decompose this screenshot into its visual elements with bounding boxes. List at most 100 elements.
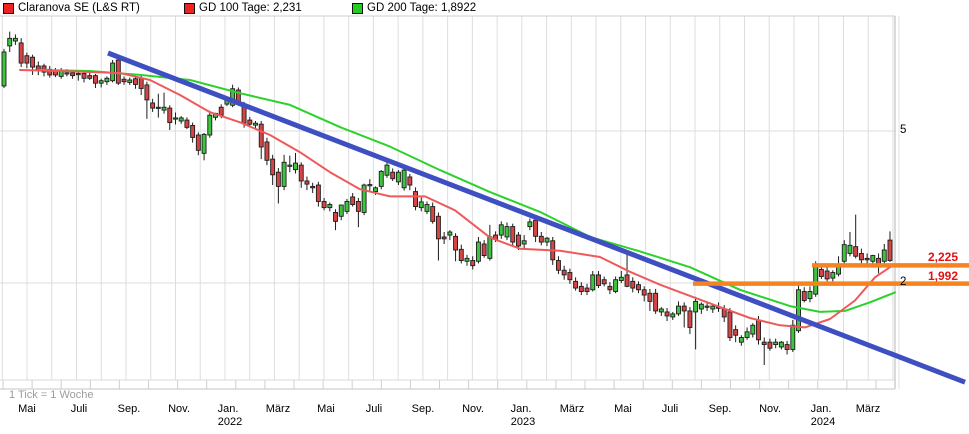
- x-axis-month-label: Juli: [662, 403, 679, 415]
- candle-down: [322, 201, 326, 207]
- candle-down: [768, 342, 772, 348]
- candle-up: [465, 258, 469, 261]
- candle-up: [751, 325, 755, 334]
- candle-down: [556, 261, 560, 271]
- candle-down: [311, 186, 315, 187]
- x-axis-month-label: März: [560, 403, 584, 415]
- candle-down: [191, 125, 195, 137]
- candle-up: [699, 304, 703, 309]
- candle-up: [831, 273, 835, 279]
- candle-up: [128, 80, 132, 82]
- candle-up: [591, 275, 595, 290]
- candle-down: [825, 271, 829, 279]
- x-axis-year-label: 2023: [511, 416, 535, 428]
- x-axis-month-label: Jan.: [811, 403, 832, 415]
- x-axis-month-label: Juli: [366, 403, 383, 415]
- gd100-line: [20, 70, 895, 327]
- candle-down: [248, 120, 252, 124]
- candle-down: [156, 107, 160, 108]
- candle-up: [882, 250, 886, 261]
- candle-down: [562, 270, 566, 275]
- x-axis-month-label: Nov.: [462, 403, 484, 415]
- candle-down: [762, 342, 766, 344]
- candle-up: [871, 256, 875, 262]
- candle-up: [739, 337, 743, 342]
- candle-down: [688, 311, 692, 328]
- candle-down: [116, 60, 120, 83]
- candle-up: [254, 123, 258, 125]
- candle-down: [145, 85, 149, 100]
- candle-up: [425, 205, 429, 212]
- candle-up: [282, 162, 286, 186]
- candle-down: [516, 235, 520, 246]
- candle-down: [31, 57, 35, 67]
- candle-up: [705, 306, 709, 307]
- candle-down: [299, 165, 303, 181]
- candle-up: [614, 280, 618, 292]
- candle-down: [602, 280, 606, 284]
- candle-down: [442, 237, 446, 239]
- candle-up: [379, 171, 383, 186]
- candle-down: [168, 108, 172, 122]
- candle-down: [728, 312, 732, 338]
- candle-down: [625, 275, 629, 286]
- x-axis-month-label: März: [266, 403, 290, 415]
- candle-up: [162, 107, 166, 110]
- x-axis-year-label: 2022: [218, 416, 242, 428]
- candle-up: [522, 241, 526, 244]
- candle-down: [636, 285, 640, 290]
- candle-down: [459, 249, 463, 260]
- legend-item-gd200: GD 200 Tage: 1,8922: [352, 2, 476, 14]
- candle-up: [2, 52, 6, 86]
- candle-up: [208, 115, 212, 135]
- candle-up: [76, 74, 80, 75]
- candle-up: [779, 342, 783, 347]
- candle-up: [814, 266, 818, 294]
- tick-note: 1 Tick = 1 Woche: [9, 389, 93, 401]
- candle-up: [396, 172, 400, 182]
- x-axis-month-label: Sep.: [412, 403, 435, 415]
- candle-down: [471, 261, 475, 266]
- y-axis-label-5: 5: [900, 124, 906, 136]
- candle-down: [259, 124, 263, 147]
- candle-down: [356, 201, 360, 211]
- candle-down: [865, 258, 869, 259]
- candle-down: [854, 247, 858, 257]
- candle-down: [682, 306, 686, 311]
- candle-up: [374, 188, 378, 192]
- candle-down: [534, 220, 538, 236]
- candle-down: [574, 281, 578, 288]
- candle-down: [648, 293, 652, 301]
- candle-up: [368, 185, 372, 186]
- candle-up: [671, 314, 675, 317]
- candle-down: [19, 43, 23, 63]
- candle-down: [431, 207, 435, 222]
- candle-down: [757, 320, 761, 340]
- candle-down: [888, 240, 892, 260]
- candle-down: [139, 78, 143, 88]
- candle-down: [785, 345, 789, 350]
- candle-up: [294, 163, 298, 170]
- candle-down: [219, 107, 223, 115]
- candle-down: [654, 293, 658, 311]
- candle-up: [545, 238, 549, 242]
- x-axis-month-label: Mai: [317, 403, 335, 415]
- candle-down: [271, 159, 275, 175]
- x-axis-month-label: Sep.: [709, 403, 732, 415]
- candle-down: [734, 330, 738, 336]
- candle-up: [774, 342, 778, 344]
- candle-up: [711, 306, 715, 309]
- candle-down: [25, 56, 29, 63]
- candle-down: [579, 286, 583, 291]
- x-axis-labels: MaiJuliSep.Nov.Jan.MärzMaiJuliSep.Nov.Ja…: [0, 403, 969, 433]
- candle-up: [173, 118, 177, 119]
- x-axis-month-label: Mai: [18, 403, 36, 415]
- candle-down: [642, 290, 646, 295]
- candle-up: [676, 306, 680, 314]
- candle-down: [511, 227, 515, 242]
- candle-down: [265, 142, 269, 160]
- legend-label: Claranova SE (L&S RT): [18, 2, 140, 14]
- candle-down: [408, 177, 412, 185]
- candle-up: [505, 227, 509, 237]
- claranova-series-marker-icon: [3, 3, 14, 14]
